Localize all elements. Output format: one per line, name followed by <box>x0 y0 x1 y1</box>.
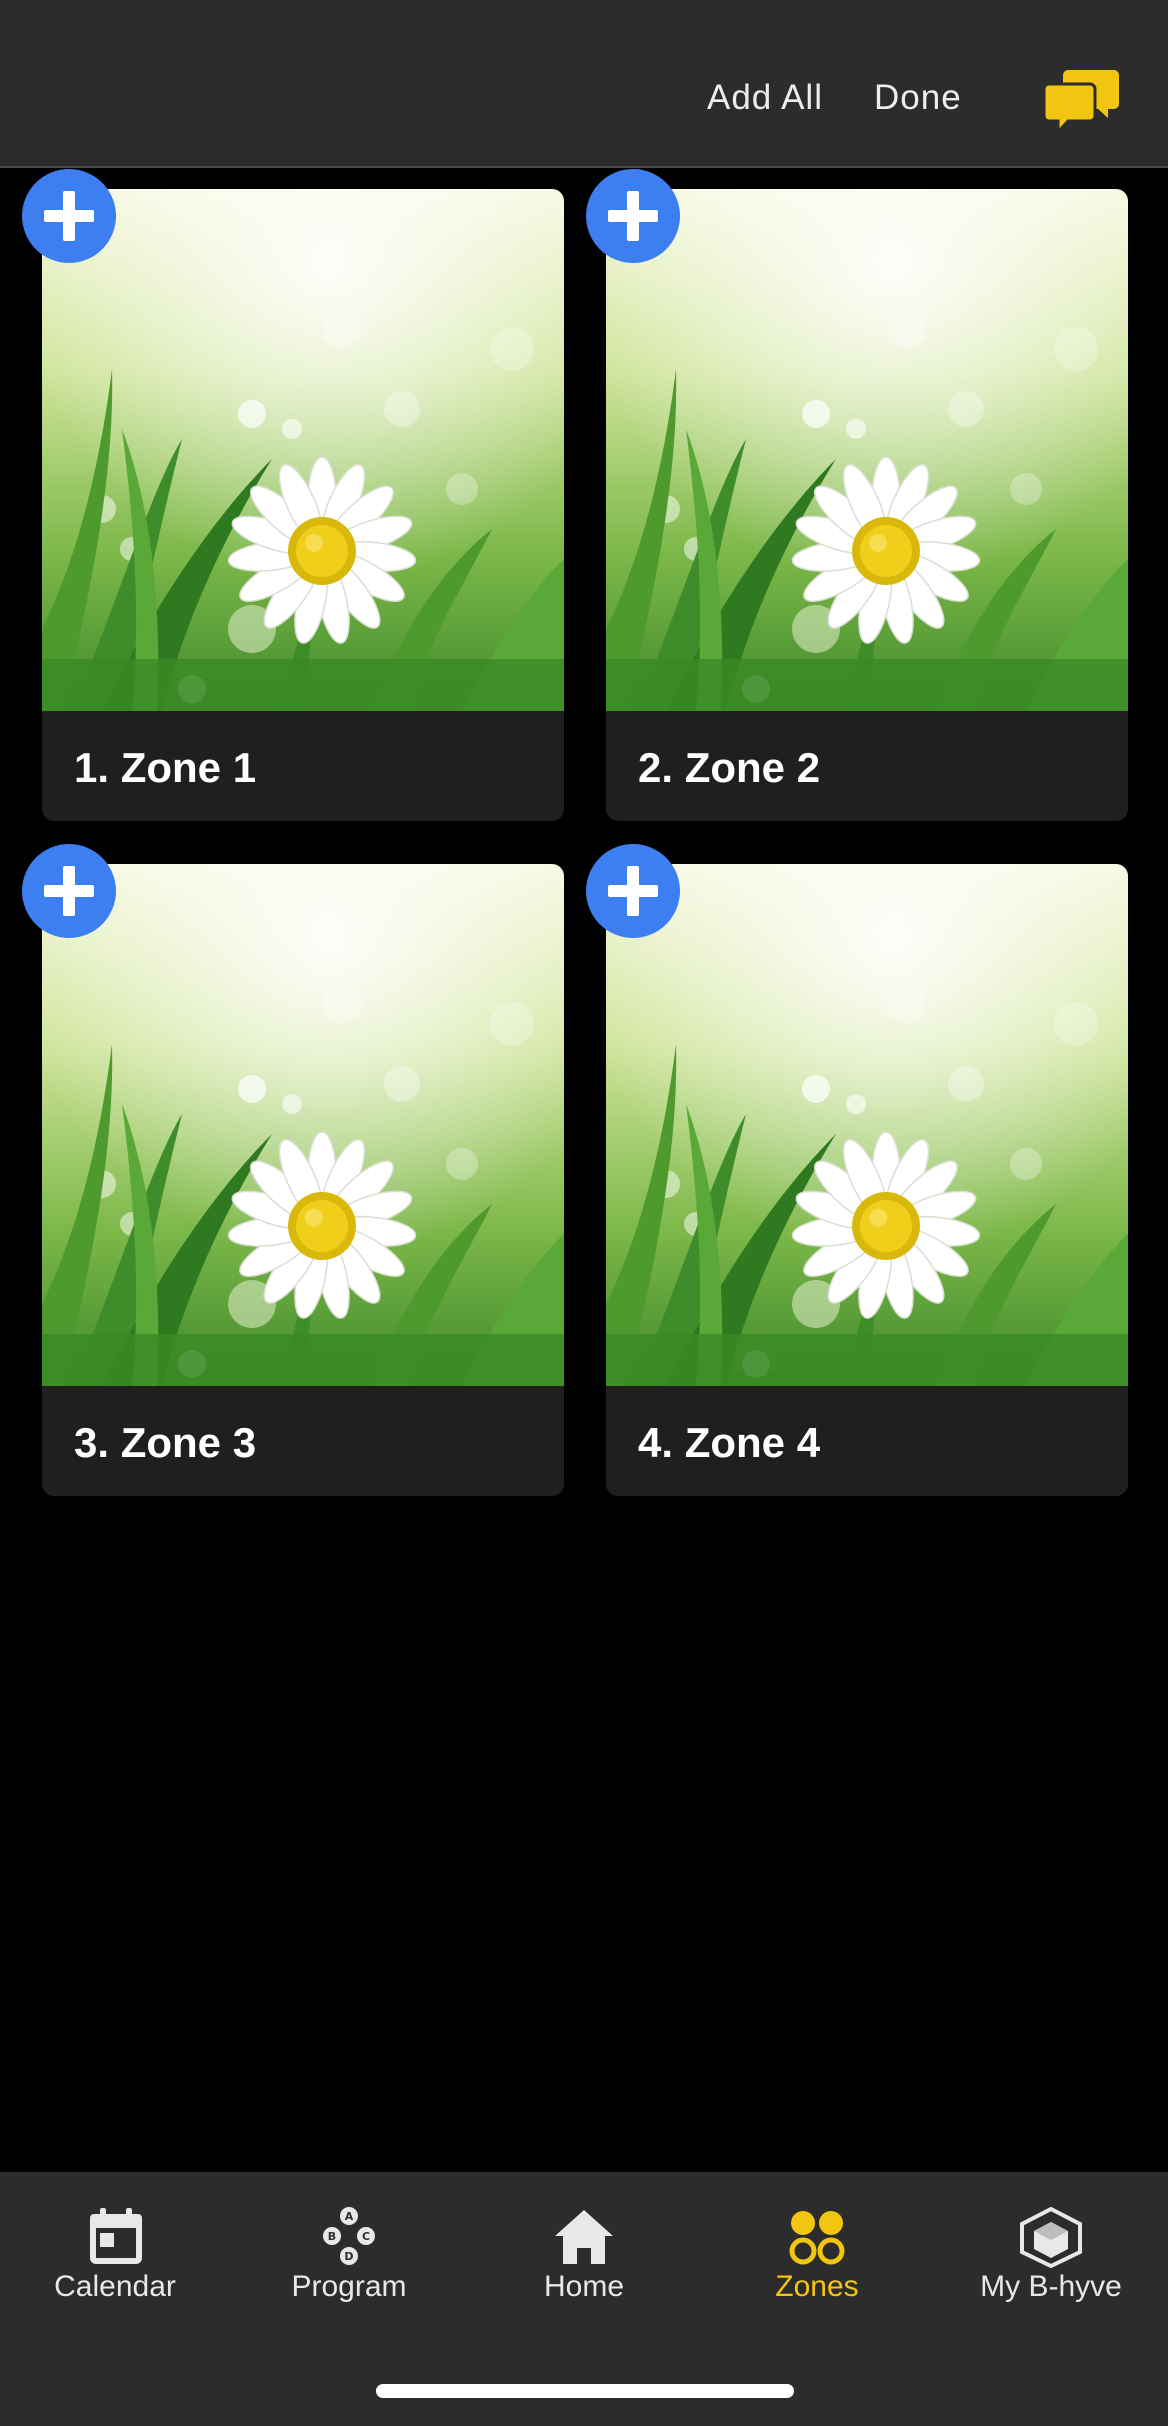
zone-2-label: 2. Zone 2 <box>638 744 821 791</box>
add-zone-4-button[interactable] <box>586 844 680 938</box>
plus-icon <box>608 191 658 241</box>
zone-1-photo <box>42 189 564 711</box>
nav-item-home[interactable]: Home <box>469 2206 699 2316</box>
add-zone-3-button[interactable] <box>22 844 116 938</box>
nav-item-zones[interactable]: Zones <box>702 2206 932 2316</box>
zone-4-photo <box>606 864 1128 1386</box>
nav-item-my-bhyve[interactable]: My B-hyve <box>936 2206 1166 2316</box>
chat-bubbles-icon[interactable] <box>1042 66 1120 136</box>
add-zone-1-button[interactable] <box>22 169 116 263</box>
zone-1-label: 1. Zone 1 <box>74 744 257 791</box>
nav-item-program[interactable]: A B C D Program <box>234 2206 464 2316</box>
add-all-button[interactable]: Add All <box>707 78 823 118</box>
add-zone-2-button[interactable] <box>586 169 680 263</box>
zone-4-label: 4. Zone 4 <box>638 1419 821 1466</box>
hexagon-icon <box>1020 2206 1082 2268</box>
program-icon: A B C D <box>323 2207 375 2265</box>
home-icon <box>555 2210 613 2264</box>
zone-3-photo <box>42 864 564 1386</box>
zone-card-1[interactable]: 1. Zone 1 <box>42 189 564 821</box>
home-indicator[interactable] <box>376 2384 794 2398</box>
svg-text:D: D <box>344 2250 353 2263</box>
nav-label-zones: Zones <box>775 2270 859 2303</box>
nav-label-calendar: Calendar <box>54 2270 176 2303</box>
svg-text:C: C <box>362 2230 370 2243</box>
zone-3-label: 3. Zone 3 <box>74 1419 257 1466</box>
nav-item-calendar[interactable]: Calendar <box>0 2206 230 2316</box>
nav-label-home: Home <box>543 2270 625 2303</box>
zone-card-4[interactable]: 4. Zone 4 <box>606 864 1128 1496</box>
nav-label-my-bhyve: My B-hyve <box>980 2270 1122 2303</box>
zone-2-photo <box>606 189 1128 711</box>
plus-icon <box>608 866 658 916</box>
zone-card-2[interactable]: 2. Zone 2 <box>606 189 1128 821</box>
svg-text:A: A <box>345 2210 354 2223</box>
zone-card-3[interactable]: 3. Zone 3 <box>42 864 564 1496</box>
nav-label-program: Program <box>291 2270 407 2303</box>
plus-icon <box>44 866 94 916</box>
calendar-icon <box>90 2208 142 2264</box>
plus-icon <box>44 191 94 241</box>
app: Add All Done 1. Zone 1 2. Zone 2 3. Zone… <box>0 0 1168 2426</box>
zones-icon <box>789 2211 845 2265</box>
svg-text:B: B <box>328 2230 336 2243</box>
top-bar: Add All Done <box>0 0 1168 168</box>
done-button[interactable]: Done <box>874 78 962 118</box>
